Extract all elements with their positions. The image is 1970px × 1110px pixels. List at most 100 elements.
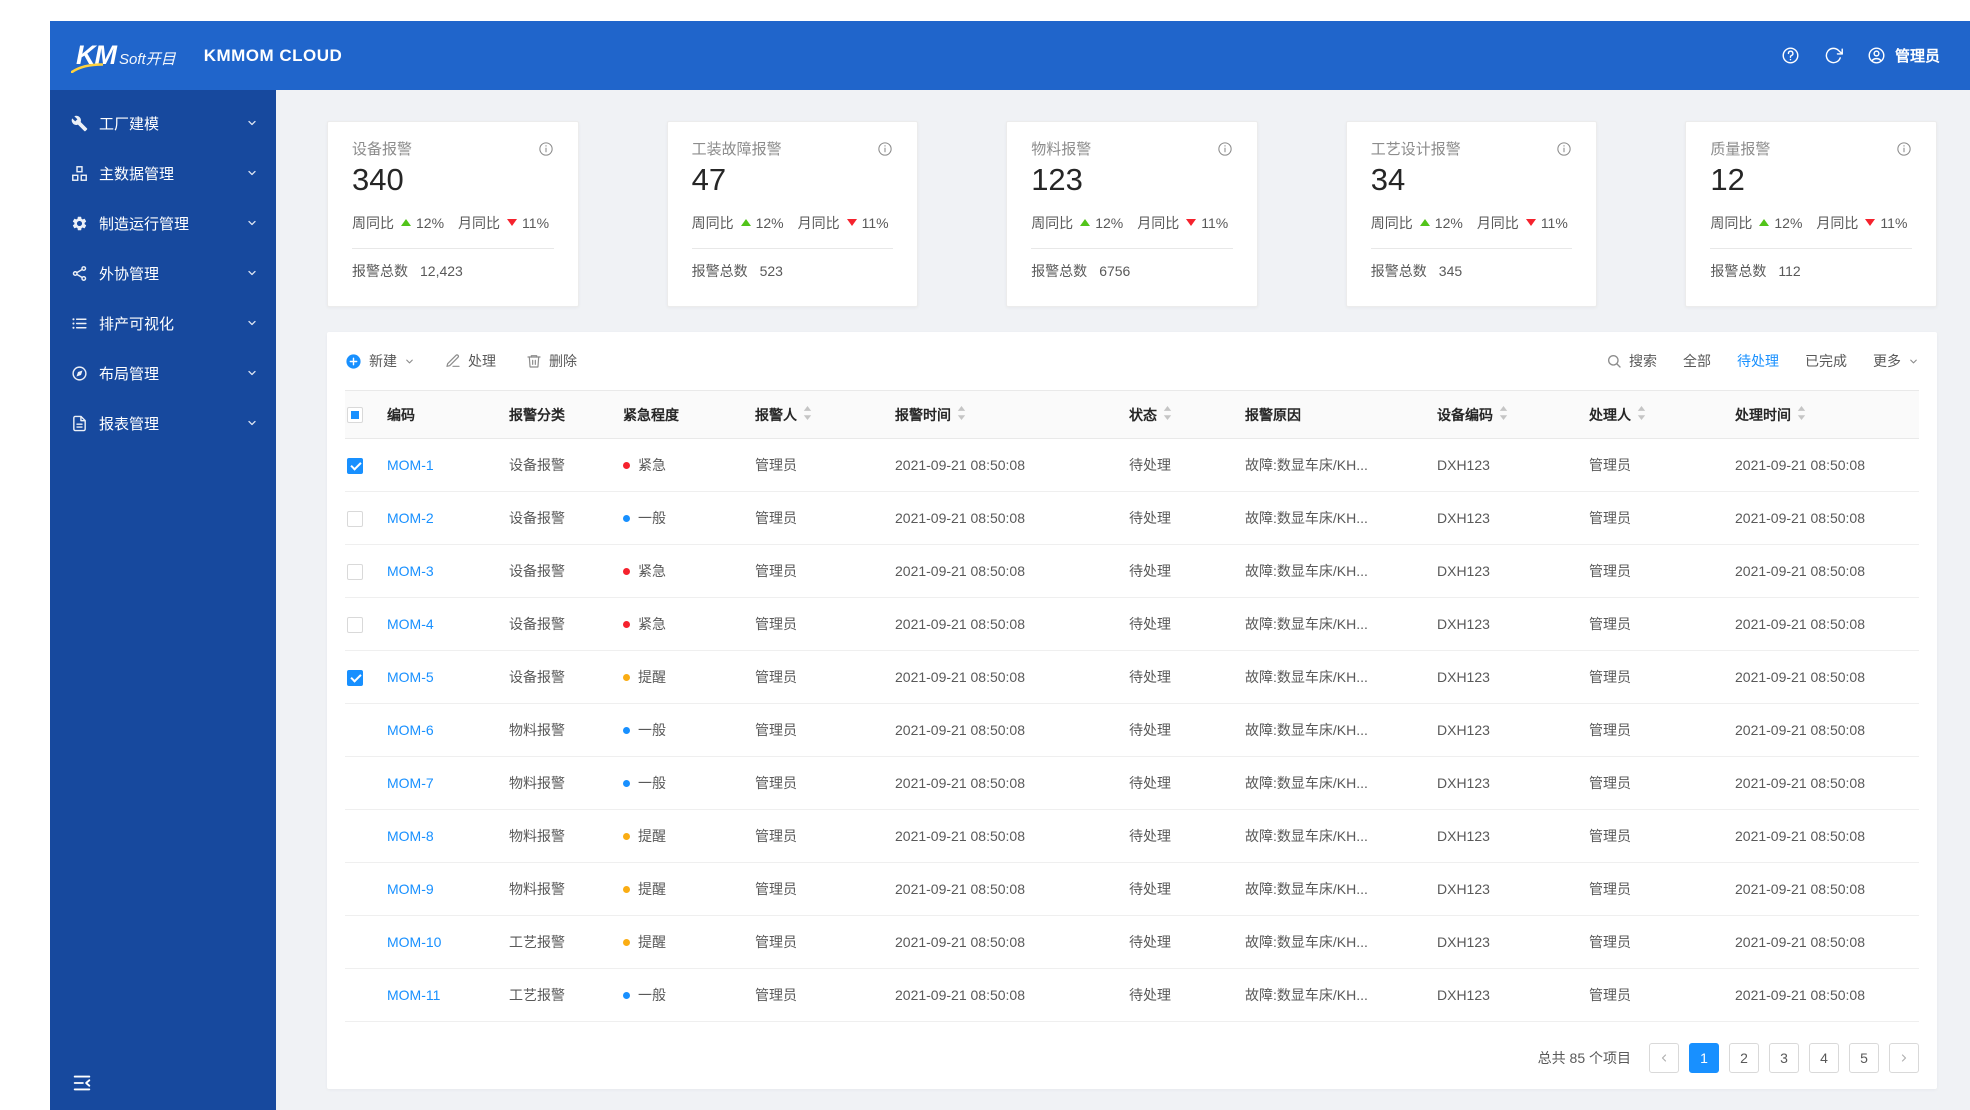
reporter-name: 管理员 — [755, 934, 797, 950]
card-value: 123 — [1031, 162, 1083, 197]
alarm-code-link[interactable]: MOM-2 — [387, 510, 434, 526]
page-button-4[interactable]: 4 — [1809, 1043, 1839, 1073]
sidebar-item-7[interactable]: 报表管理 — [50, 398, 276, 448]
help-icon[interactable] — [1781, 46, 1800, 65]
device-code: DXH123 — [1437, 881, 1490, 897]
user-name: 管理员 — [1894, 48, 1940, 65]
filter-done[interactable]: 已完成 — [1805, 351, 1847, 371]
row-checkbox[interactable] — [347, 616, 363, 633]
filter-pending[interactable]: 待处理 — [1737, 351, 1779, 371]
collapse-sidebar-icon[interactable] — [71, 1072, 93, 1094]
alarm-code-link[interactable]: MOM-10 — [387, 934, 441, 950]
column-header-label: 报警分类 — [509, 406, 565, 423]
card-title: 工装故障报警 — [691, 141, 782, 158]
logo-suffix: Soft开目 — [119, 51, 176, 68]
row-checkbox[interactable] — [347, 563, 363, 580]
stat-card-3: 物料报警 123 周同比 12% 月同比 11% 报警总数 6756 — [1006, 121, 1258, 307]
row-checkbox[interactable] — [347, 669, 363, 686]
more-button[interactable]: 更多 — [1873, 351, 1919, 371]
refresh-icon[interactable] — [1824, 46, 1843, 65]
select-all-checkbox[interactable] — [347, 407, 363, 424]
next-page-button[interactable] — [1889, 1043, 1919, 1073]
info-circle-icon[interactable] — [1556, 141, 1572, 157]
status-text: 待处理 — [1129, 616, 1171, 632]
page-button-3[interactable]: 3 — [1769, 1043, 1799, 1073]
sidebar-item-2[interactable]: 主数据管理 — [50, 148, 276, 198]
device-code: DXH123 — [1437, 616, 1490, 632]
sidebar-item-6[interactable]: 布局管理 — [50, 348, 276, 398]
reporter-name: 管理员 — [755, 563, 797, 579]
month-trend-label: 月同比 — [1137, 214, 1180, 231]
search-button[interactable]: 搜索 — [1606, 351, 1657, 371]
alarm-code-link[interactable]: MOM-9 — [387, 881, 434, 897]
trash-icon — [526, 353, 542, 369]
new-button-label: 新建 — [369, 353, 397, 369]
alarm-category: 物料报警 — [509, 828, 565, 844]
document-icon — [71, 415, 88, 432]
week-trend-value: 12% — [1434, 214, 1463, 231]
column-header[interactable]: 处理时间 — [1727, 390, 1919, 439]
sidebar-item-label: 布局管理 — [99, 365, 160, 383]
user-menu[interactable]: 管理员 — [1867, 45, 1940, 66]
alarm-code-link[interactable]: MOM-5 — [387, 669, 434, 685]
delete-button[interactable]: 删除 — [526, 351, 577, 371]
stat-card-5: 质量报警 12 周同比 12% 月同比 11% 报警总数 112 — [1685, 121, 1937, 307]
table-row: MOM-6 物料报警 一般 管理员 2021-09-21 08:50:08 待处… — [345, 703, 1919, 757]
column-header-label: 状态 — [1129, 406, 1157, 423]
info-circle-icon[interactable] — [1217, 141, 1233, 157]
column-header: 报警原因 — [1237, 390, 1429, 439]
sidebar-item-4[interactable]: 外协管理 — [50, 248, 276, 298]
new-button[interactable]: 新建 — [345, 351, 415, 371]
info-circle-icon[interactable] — [538, 141, 554, 157]
column-header[interactable]: 设备编码 — [1429, 390, 1581, 439]
handler-name: 管理员 — [1589, 881, 1631, 897]
column-header-label: 报警人 — [755, 406, 797, 423]
search-label: 搜索 — [1629, 353, 1657, 369]
alarm-code-link[interactable]: MOM-3 — [387, 563, 434, 579]
sidebar-item-1[interactable]: 工厂建模 — [50, 98, 276, 148]
table-row: MOM-2 设备报警 一般 管理员 2021-09-21 08:50:08 待处… — [345, 491, 1919, 545]
alarm-code-link[interactable]: MOM-7 — [387, 775, 434, 791]
report-time: 2021-09-21 08:50:08 — [895, 457, 1025, 473]
device-code: DXH123 — [1437, 563, 1490, 579]
chevron-down-icon — [246, 267, 258, 279]
alarm-code-link[interactable]: MOM-8 — [387, 828, 434, 844]
alarm-code-link[interactable]: MOM-1 — [387, 457, 434, 473]
prev-page-button[interactable] — [1649, 1043, 1679, 1073]
sidebar-item-label: 工厂建模 — [99, 115, 160, 133]
urgency-label: 紧急 — [638, 457, 666, 473]
column-header[interactable]: 报警人 — [747, 390, 887, 439]
alarm-code-link[interactable]: MOM-4 — [387, 616, 434, 632]
alarm-code-link[interactable]: MOM-11 — [387, 987, 440, 1003]
process-button[interactable]: 处理 — [445, 351, 496, 371]
sidebar-item-3[interactable]: 制造运行管理 — [50, 198, 276, 248]
column-header-label: 编码 — [387, 406, 415, 423]
alarm-code-link[interactable]: MOM-6 — [387, 722, 434, 738]
page-button-2[interactable]: 2 — [1729, 1043, 1759, 1073]
sidebar-item-5[interactable]: 排产可视化 — [50, 298, 276, 348]
alarm-reason: 故障:数显车床/KH... — [1245, 881, 1368, 897]
filter-all[interactable]: 全部 — [1683, 351, 1711, 371]
row-checkbox[interactable] — [347, 510, 363, 527]
urgency-label: 紧急 — [638, 616, 666, 632]
table-row: MOM-9 物料报警 提醒 管理员 2021-09-21 08:50:08 待处… — [345, 862, 1919, 916]
alarm-category: 设备报警 — [509, 457, 565, 473]
page-button-5[interactable]: 5 — [1849, 1043, 1879, 1073]
page-button-1[interactable]: 1 — [1689, 1043, 1719, 1073]
row-checkbox[interactable] — [347, 457, 363, 474]
column-header[interactable]: 报警时间 — [887, 390, 1121, 439]
info-circle-icon[interactable] — [877, 141, 893, 157]
column-header-label: 紧急程度 — [623, 406, 679, 423]
column-header[interactable]: 状态 — [1121, 390, 1237, 439]
card-value: 34 — [1370, 162, 1406, 197]
chevron-down-icon — [246, 317, 258, 329]
column-header[interactable]: 处理人 — [1581, 390, 1727, 439]
urgency-label: 一般 — [638, 510, 666, 526]
column-header-label: 处理时间 — [1735, 406, 1791, 423]
card-value: 47 — [691, 162, 727, 197]
stat-card-2: 工装故障报警 47 周同比 12% 月同比 11% 报警总数 523 — [666, 121, 919, 307]
urgency-dot — [623, 992, 630, 999]
column-header-label: 设备编码 — [1437, 406, 1493, 423]
stat-card-1: 设备报警 340 周同比 12% 月同比 11% 报警总数 12,423 — [327, 121, 579, 307]
info-circle-icon[interactable] — [1896, 141, 1912, 157]
